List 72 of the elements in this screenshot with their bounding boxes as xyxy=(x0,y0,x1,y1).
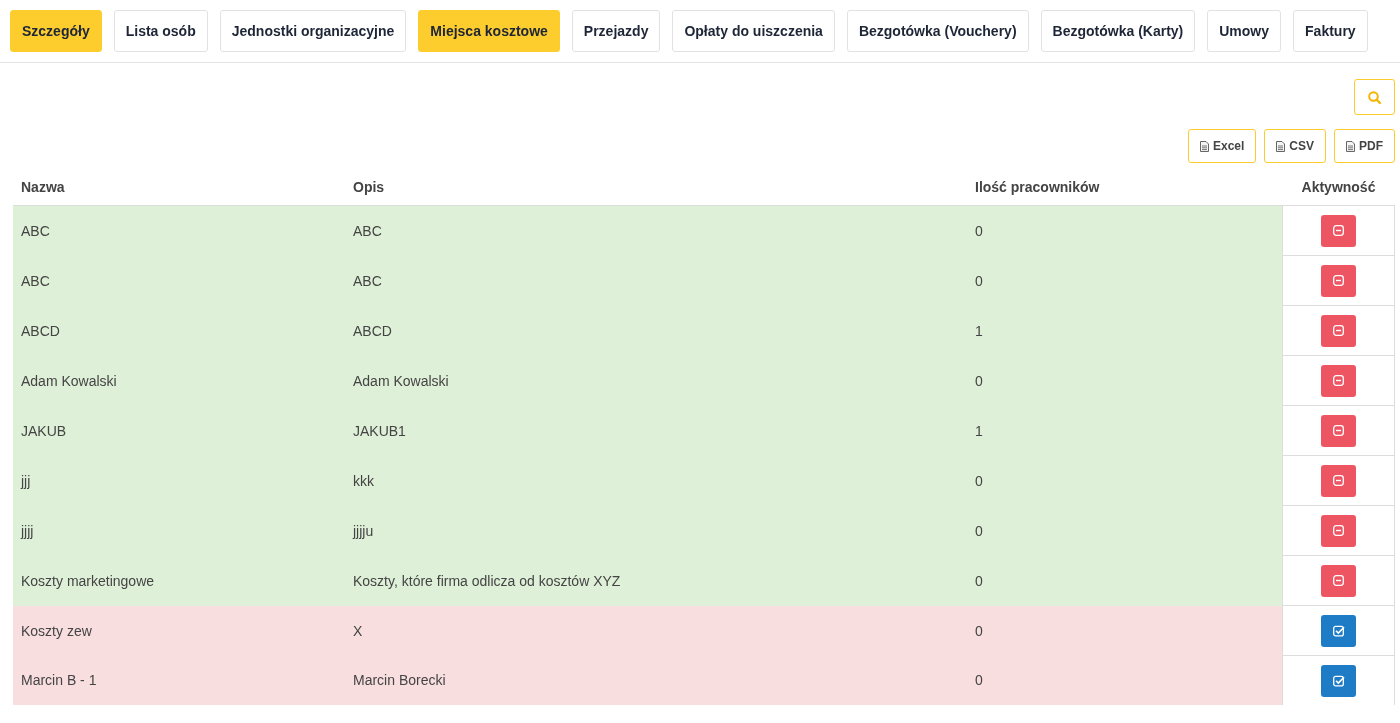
deactivate-button[interactable] xyxy=(1321,464,1356,497)
table-cell: 0 xyxy=(967,605,1283,656)
tab[interactable]: Lista osób xyxy=(113,10,208,52)
column-header: Aktywność xyxy=(1282,173,1395,206)
tab[interactable]: Bezgotówka (Vouchery) xyxy=(846,10,1029,52)
table-cell: Marcin Borecki xyxy=(345,655,967,705)
table-cell: Koszty zew xyxy=(13,605,345,656)
table-cell: 0 xyxy=(967,505,1283,556)
deactivate-button[interactable] xyxy=(1321,514,1356,547)
table-cell: jjjj xyxy=(13,505,345,556)
table-cell: ABC xyxy=(345,255,967,306)
activate-button[interactable] xyxy=(1321,664,1356,697)
tab[interactable]: Faktury xyxy=(1293,10,1368,52)
deactivate-button[interactable] xyxy=(1321,264,1356,297)
checkbox-icon xyxy=(1332,674,1345,687)
search-icon xyxy=(1368,90,1381,104)
table-cell: ABC xyxy=(13,255,345,306)
table-cell: 0 xyxy=(967,555,1283,606)
deactivate-button[interactable] xyxy=(1321,414,1356,447)
column-header: Nazwa xyxy=(13,173,345,206)
table-cell: 0 xyxy=(967,255,1283,306)
column-header: Ilość pracowników xyxy=(967,173,1283,206)
table-cell: 0 xyxy=(967,455,1283,506)
deactivate-button[interactable] xyxy=(1321,314,1356,347)
checkbox-icon xyxy=(1332,624,1345,637)
table-cell: jjj xyxy=(13,455,345,506)
table-cell: ABC xyxy=(345,205,967,256)
minus-icon xyxy=(1333,425,1344,436)
table-cell: JAKUB xyxy=(13,405,345,456)
document-icon xyxy=(1199,140,1209,152)
column-header: Opis xyxy=(345,173,967,206)
deactivate-button[interactable] xyxy=(1321,214,1356,247)
table-cell: jjjju xyxy=(345,505,967,556)
export-button[interactable]: Excel xyxy=(1187,129,1257,163)
table-cell: Koszty, które firma odlicza od kosztów XYZ xyxy=(345,555,967,606)
table-cell: ABC xyxy=(13,205,345,256)
minus-icon xyxy=(1333,475,1344,486)
minus-icon xyxy=(1333,275,1344,286)
export-button[interactable]: PDF xyxy=(1334,129,1395,163)
table-cell: JAKUB1 xyxy=(345,405,967,456)
minus-icon xyxy=(1333,225,1344,236)
table-cell: X xyxy=(345,605,967,656)
table-cell: 0 xyxy=(967,655,1283,705)
tab[interactable]: Przejazdy xyxy=(571,10,661,52)
minus-icon xyxy=(1333,325,1344,336)
table-cell: ABCD xyxy=(345,305,967,356)
minus-icon xyxy=(1333,525,1344,536)
table-cell: Adam Kowalski xyxy=(345,355,967,406)
tab[interactable]: Szczegóły xyxy=(10,10,102,52)
tab[interactable]: Opłaty do uiszczenia xyxy=(672,10,835,52)
tab[interactable]: Umowy xyxy=(1207,10,1282,52)
table-cell: Adam Kowalski xyxy=(13,355,345,406)
deactivate-button[interactable] xyxy=(1321,564,1356,597)
table-cell: 0 xyxy=(967,355,1283,406)
table-cell: 0 xyxy=(967,205,1283,256)
table-cell: ABCD xyxy=(13,305,345,356)
tab[interactable]: Bezgotówka (Karty) xyxy=(1040,10,1196,52)
table-cell: kkk xyxy=(345,455,967,506)
document-icon xyxy=(1346,140,1355,152)
activate-button[interactable] xyxy=(1321,614,1356,647)
tab[interactable]: Jednostki organizacyjne xyxy=(219,10,407,52)
minus-icon xyxy=(1333,575,1344,586)
minus-icon xyxy=(1333,375,1344,386)
deactivate-button[interactable] xyxy=(1321,364,1356,397)
table-cell: 1 xyxy=(967,405,1283,456)
table-cell: Koszty marketingowe xyxy=(13,555,345,606)
export-button[interactable]: CSV xyxy=(1264,129,1326,163)
tab[interactable]: Miejsca kosztowe xyxy=(418,10,560,52)
table-cell: Marcin B - 1 xyxy=(13,655,345,705)
search-button[interactable] xyxy=(1354,79,1395,115)
document-icon xyxy=(1276,140,1286,152)
table-cell: 1 xyxy=(967,305,1283,356)
